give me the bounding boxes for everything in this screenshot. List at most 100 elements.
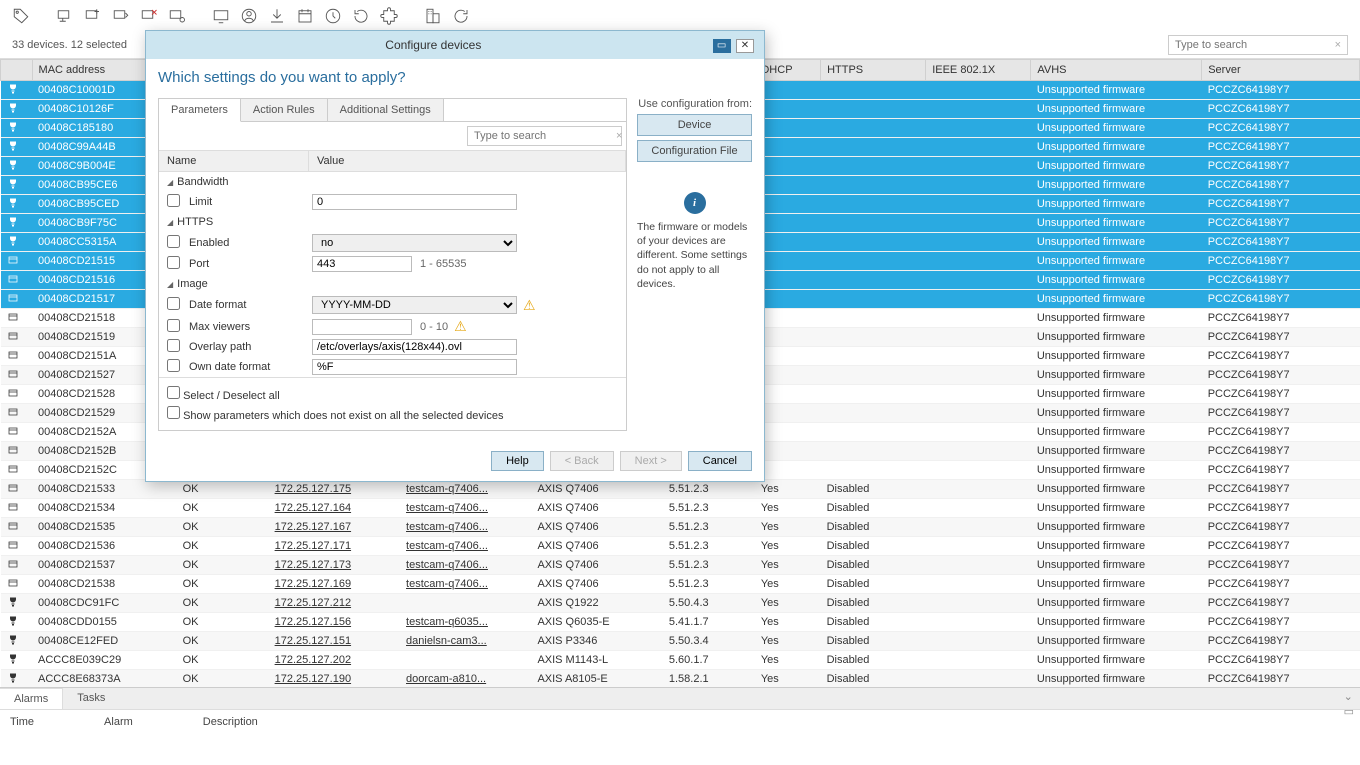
restart-icon[interactable] <box>350 5 372 27</box>
monitor-arrow-icon[interactable] <box>110 5 132 27</box>
overlaypath-checkbox[interactable] <box>167 339 180 352</box>
cell-address[interactable]: 172.25.127.167 <box>269 518 400 537</box>
cell-address[interactable]: 172.25.127.190 <box>269 670 400 688</box>
monitor-settings-icon[interactable] <box>166 5 188 27</box>
show-all-params-option[interactable]: Show parameters which does not exist on … <box>167 404 618 424</box>
cell-hostname[interactable] <box>400 651 531 670</box>
cell-hostname[interactable] <box>400 594 531 613</box>
col-icon[interactable] <box>1 60 33 81</box>
param-search-input[interactable] <box>474 130 616 142</box>
table-row[interactable]: ACCC8E68373AOK172.25.127.190doorcam-a810… <box>1 670 1360 688</box>
col-avhs[interactable]: AVHS <box>1031 60 1202 81</box>
cell-address[interactable]: 172.25.127.151 <box>269 632 400 651</box>
monitor-add-icon[interactable] <box>82 5 104 27</box>
owndate-input[interactable] <box>312 359 517 375</box>
dateformat-select[interactable]: YYYY-MM-DD <box>312 296 517 314</box>
assign-ip-icon[interactable] <box>54 5 76 27</box>
tab-alarms[interactable]: Alarms <box>0 688 63 709</box>
cell-hostname[interactable]: testcam-q7406... <box>400 575 531 594</box>
group-image[interactable]: Image <box>159 274 626 294</box>
clear-search-icon[interactable]: × <box>1335 39 1341 51</box>
config-file-button[interactable]: Configuration File <box>637 140 752 162</box>
cell-address[interactable]: 172.25.127.171 <box>269 537 400 556</box>
overlaypath-input[interactable] <box>312 339 517 355</box>
enabled-select[interactable]: no <box>312 234 517 252</box>
table-row[interactable]: ACCC8E039C29OK172.25.127.202AXIS M1143-L… <box>1 651 1360 670</box>
table-row[interactable]: 00408CD21534OK172.25.127.164testcam-q740… <box>1 499 1360 518</box>
global-search[interactable]: × <box>1168 35 1348 55</box>
cell-hostname[interactable]: testcam-q7406... <box>400 480 531 499</box>
cell-status: OK <box>177 537 269 556</box>
param-list[interactable]: Bandwidth Limit HTTPS Enabled no Po <box>159 172 626 377</box>
download-icon[interactable] <box>266 5 288 27</box>
cell-address[interactable]: 172.25.127.175 <box>269 480 400 499</box>
cell-ieee <box>926 537 1031 556</box>
cell-address[interactable]: 172.25.127.156 <box>269 613 400 632</box>
table-row[interactable]: 00408CD21533OK172.25.127.175testcam-q740… <box>1 480 1360 499</box>
col-server[interactable]: Server <box>1202 60 1360 81</box>
table-row[interactable]: 00408CD21537OK172.25.127.173testcam-q740… <box>1 556 1360 575</box>
table-row[interactable]: 00408CD21536OK172.25.127.171testcam-q740… <box>1 537 1360 556</box>
dialog-titlebar[interactable]: Configure devices ▭ ✕ <box>146 31 764 59</box>
calendar-icon[interactable] <box>294 5 316 27</box>
search-input[interactable] <box>1175 39 1325 51</box>
enabled-checkbox[interactable] <box>167 235 180 248</box>
user-icon[interactable] <box>238 5 260 27</box>
limit-input[interactable] <box>312 194 517 210</box>
owndate-checkbox[interactable] <box>167 359 180 372</box>
table-row[interactable]: 00408CD21535OK172.25.127.167testcam-q740… <box>1 518 1360 537</box>
table-row[interactable]: 00408CE12FEDOK172.25.127.151danielsn-cam… <box>1 632 1360 651</box>
cell-hostname[interactable]: testcam-q7406... <box>400 537 531 556</box>
col-https[interactable]: HTTPS <box>821 60 926 81</box>
cell-address[interactable]: 172.25.127.173 <box>269 556 400 575</box>
maxviewers-input[interactable] <box>312 319 412 335</box>
collapse-icon[interactable]: ⌄ <box>1344 690 1354 703</box>
building-icon[interactable] <box>422 5 444 27</box>
param-search[interactable]: × <box>467 126 622 146</box>
minimize-icon[interactable]: ▭ <box>713 39 731 53</box>
refresh-icon[interactable] <box>450 5 472 27</box>
clock-icon[interactable] <box>322 5 344 27</box>
tab-parameters[interactable]: Parameters <box>159 99 241 122</box>
config-source-panel: Use configuration from: Device Configura… <box>637 98 752 431</box>
cell-hostname[interactable]: doorcam-a810... <box>400 670 531 688</box>
help-button[interactable]: Help <box>491 451 544 471</box>
tab-additional-settings[interactable]: Additional Settings <box>328 99 444 121</box>
cell-address[interactable]: 172.25.127.164 <box>269 499 400 518</box>
close-icon[interactable]: ✕ <box>736 39 754 53</box>
cell-address[interactable]: 172.25.127.212 <box>269 594 400 613</box>
cell-status: OK <box>177 518 269 537</box>
monitor-remove-icon[interactable] <box>138 5 160 27</box>
cell-server: PCCZC64198Y7 <box>1202 537 1360 556</box>
cell-hostname[interactable]: testcam-q7406... <box>400 499 531 518</box>
tag-icon[interactable] <box>10 5 32 27</box>
port-input[interactable] <box>312 256 412 272</box>
cell-address[interactable]: 172.25.127.169 <box>269 575 400 594</box>
tab-tasks[interactable]: Tasks <box>63 688 119 709</box>
port-checkbox[interactable] <box>167 256 180 269</box>
cell-hostname[interactable]: testcam-q7406... <box>400 556 531 575</box>
table-row[interactable]: 00408CD21538OK172.25.127.169testcam-q740… <box>1 575 1360 594</box>
cell-hostname[interactable]: testcam-q6035... <box>400 613 531 632</box>
cancel-button[interactable]: Cancel <box>688 451 752 471</box>
cell-hostname[interactable]: testcam-q7406... <box>400 518 531 537</box>
cell-mac: 00408CD21534 <box>32 499 177 518</box>
close-panel-icon[interactable]: ▭ <box>1344 705 1354 718</box>
tab-action-rules[interactable]: Action Rules <box>241 99 328 121</box>
select-all-option[interactable]: Select / Deselect all <box>167 384 618 404</box>
cell-address[interactable]: 172.25.127.202 <box>269 651 400 670</box>
puzzle-icon[interactable] <box>378 5 400 27</box>
group-bandwidth[interactable]: Bandwidth <box>159 172 626 192</box>
clear-param-search-icon[interactable]: × <box>616 130 622 142</box>
maxviewers-checkbox[interactable] <box>167 319 180 332</box>
monitor-icon[interactable] <box>210 5 232 27</box>
dateformat-checkbox[interactable] <box>167 297 180 310</box>
table-row[interactable]: 00408CDC91FCOK172.25.127.212AXIS Q19225.… <box>1 594 1360 613</box>
limit-checkbox[interactable] <box>167 194 180 207</box>
table-row[interactable]: 00408CDD0155OK172.25.127.156testcam-q603… <box>1 613 1360 632</box>
cell-hostname[interactable]: danielsn-cam3... <box>400 632 531 651</box>
col-ieee[interactable]: IEEE 802.1X <box>926 60 1031 81</box>
device-button[interactable]: Device <box>637 114 752 136</box>
cell-model: AXIS P3346 <box>531 632 662 651</box>
group-https[interactable]: HTTPS <box>159 212 626 232</box>
